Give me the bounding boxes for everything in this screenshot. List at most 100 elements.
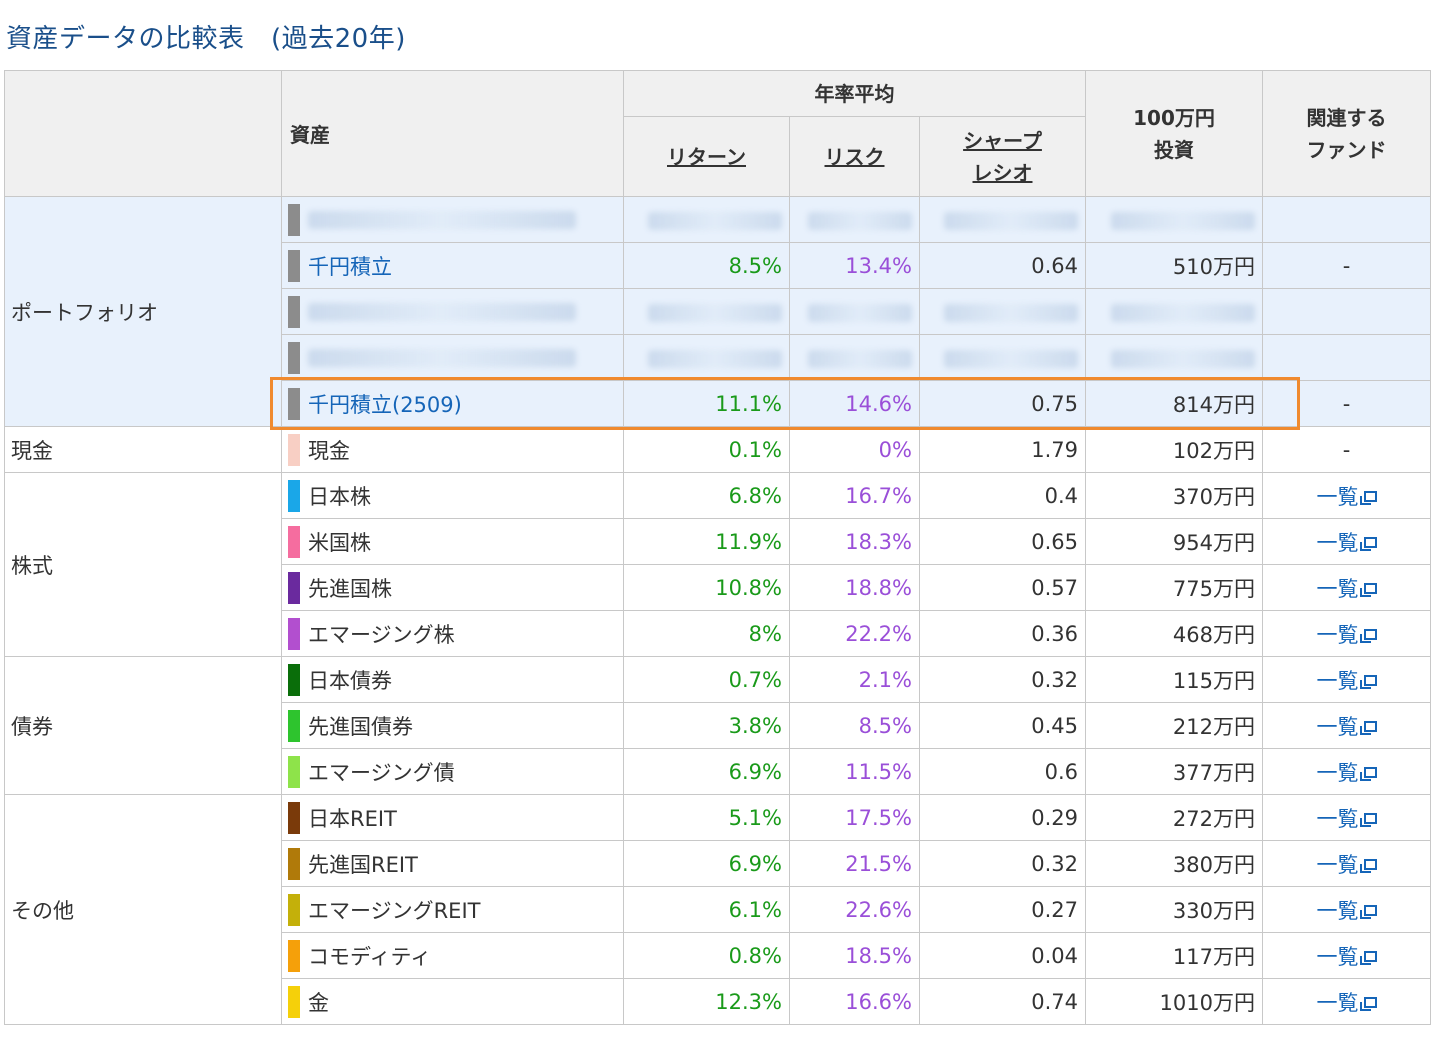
- sharpe-value: 0.32: [919, 840, 1086, 887]
- risk-value: 2.1%: [789, 656, 920, 703]
- fund-list-label[interactable]: 一覧: [1317, 623, 1359, 647]
- no-fund-dash: -: [1342, 253, 1351, 278]
- color-swatch: [288, 709, 300, 742]
- asset-name-cell: [281, 196, 624, 243]
- fund-list-link[interactable]: 一覧: [1317, 945, 1377, 969]
- fund-list-label[interactable]: 一覧: [1317, 761, 1359, 785]
- color-swatch: [288, 433, 300, 466]
- risk-value: [789, 288, 920, 335]
- asset-name: エマージング株: [308, 622, 455, 647]
- investment-value: 212万円: [1085, 702, 1263, 749]
- fund-list-label[interactable]: 一覧: [1317, 991, 1359, 1015]
- fund-list-link[interactable]: 一覧: [1317, 899, 1377, 923]
- external-window-icon[interactable]: [1359, 996, 1377, 1011]
- color-swatch: [288, 801, 300, 834]
- table-body: ポートフォリオ 千円積立 8.5% 13.4% 0.64 510万円 - 千円積立(2509)…: [4, 196, 1431, 1025]
- related-fund-cell: 一覧: [1262, 886, 1431, 933]
- asset-name-cell: [281, 288, 624, 335]
- external-window-icon[interactable]: [1359, 582, 1377, 597]
- color-swatch: [288, 847, 300, 880]
- fund-list-link[interactable]: 一覧: [1317, 623, 1377, 647]
- related-fund-cell: 一覧: [1262, 748, 1431, 795]
- sharpe-value: 0.57: [919, 564, 1086, 611]
- header-sharpe[interactable]: シャープ レシオ: [919, 116, 1086, 197]
- sort-sharpe-link-line2[interactable]: レシオ: [921, 157, 1085, 189]
- sort-sharpe-link-line1[interactable]: シャープ: [921, 125, 1085, 157]
- external-window-icon[interactable]: [1359, 720, 1377, 735]
- sharpe-value: [919, 334, 1086, 381]
- sharpe-value: [919, 288, 1086, 335]
- header-investment-line1: 100万円: [1133, 105, 1215, 130]
- no-fund-dash: -: [1342, 437, 1351, 462]
- related-fund-cell: 一覧: [1262, 794, 1431, 841]
- external-window-icon[interactable]: [1359, 812, 1377, 827]
- fund-list-link[interactable]: 一覧: [1317, 577, 1377, 601]
- fund-list-link[interactable]: 一覧: [1317, 991, 1377, 1015]
- sort-return-link[interactable]: リターン: [667, 145, 746, 169]
- color-swatch: [288, 939, 300, 972]
- fund-list-link[interactable]: 一覧: [1317, 853, 1377, 877]
- risk-value: 11.5%: [789, 748, 920, 795]
- fund-list-label[interactable]: 一覧: [1317, 899, 1359, 923]
- header-risk[interactable]: リスク: [789, 116, 920, 197]
- fund-list-link[interactable]: 一覧: [1317, 807, 1377, 831]
- fund-list-label[interactable]: 一覧: [1317, 945, 1359, 969]
- portfolio-link[interactable]: 千円積立(2509): [308, 393, 462, 417]
- external-window-icon[interactable]: [1359, 766, 1377, 781]
- fund-list-label[interactable]: 一覧: [1317, 531, 1359, 555]
- investment-value: 954万円: [1085, 518, 1263, 565]
- asset-name-cell: 先進国REIT: [281, 840, 624, 887]
- color-swatch: [288, 893, 300, 926]
- external-window-icon[interactable]: [1359, 904, 1377, 919]
- external-window-icon[interactable]: [1359, 490, 1377, 505]
- header-annual-average: 年率平均: [623, 70, 1086, 117]
- fund-list-link[interactable]: 一覧: [1317, 669, 1377, 693]
- return-value: 5.1%: [623, 794, 790, 841]
- fund-list-link[interactable]: 一覧: [1317, 485, 1377, 509]
- risk-value: 13.4%: [789, 242, 920, 289]
- external-window-icon[interactable]: [1359, 858, 1377, 873]
- table-row: ポートフォリオ: [4, 196, 1431, 427]
- redacted-content: [308, 302, 576, 321]
- header-fund-line1: 関連する: [1306, 105, 1387, 130]
- fund-list-link[interactable]: 一覧: [1317, 531, 1377, 555]
- fund-list-label[interactable]: 一覧: [1317, 485, 1359, 509]
- related-fund-cell: [1262, 196, 1431, 243]
- external-window-icon[interactable]: [1359, 536, 1377, 551]
- asset-name: 先進国株: [308, 576, 392, 601]
- color-swatch: [288, 479, 300, 512]
- category-other: その他: [4, 794, 282, 1025]
- fund-list-link[interactable]: 一覧: [1317, 715, 1377, 739]
- return-value: 8.5%: [623, 242, 790, 289]
- external-window-icon[interactable]: [1359, 674, 1377, 689]
- asset-name: 先進国REIT: [308, 852, 418, 877]
- fund-list-link[interactable]: 一覧: [1317, 761, 1377, 785]
- external-window-icon[interactable]: [1359, 950, 1377, 965]
- header-return[interactable]: リターン: [623, 116, 790, 197]
- fund-list-label[interactable]: 一覧: [1317, 853, 1359, 877]
- fund-list-label[interactable]: 一覧: [1317, 715, 1359, 739]
- risk-value: 16.7%: [789, 472, 920, 519]
- external-window-icon[interactable]: [1359, 628, 1377, 643]
- sort-risk-link[interactable]: リスク: [825, 145, 885, 169]
- asset-name: コモディティ: [308, 944, 432, 969]
- header-investment: 100万円 投資: [1085, 70, 1263, 197]
- asset-name: 日本REIT: [308, 806, 397, 831]
- fund-list-label[interactable]: 一覧: [1317, 577, 1359, 601]
- redacted-content: [308, 210, 576, 229]
- category-cash: 現金: [4, 426, 282, 473]
- fund-list-label[interactable]: 一覧: [1317, 807, 1359, 831]
- portfolio-link[interactable]: 千円積立: [308, 255, 392, 279]
- investment-value: 117万円: [1085, 932, 1263, 979]
- header-asset: 資産: [281, 70, 624, 197]
- risk-value: 0%: [789, 426, 920, 473]
- fund-list-label[interactable]: 一覧: [1317, 669, 1359, 693]
- sharpe-value: 0.27: [919, 886, 1086, 933]
- return-value: [623, 196, 790, 243]
- return-value: 6.8%: [623, 472, 790, 519]
- sharpe-value: 0.04: [919, 932, 1086, 979]
- redacted-content: [808, 211, 912, 230]
- return-value: 0.1%: [623, 426, 790, 473]
- return-value: 8%: [623, 610, 790, 657]
- redacted-content: [647, 303, 782, 322]
